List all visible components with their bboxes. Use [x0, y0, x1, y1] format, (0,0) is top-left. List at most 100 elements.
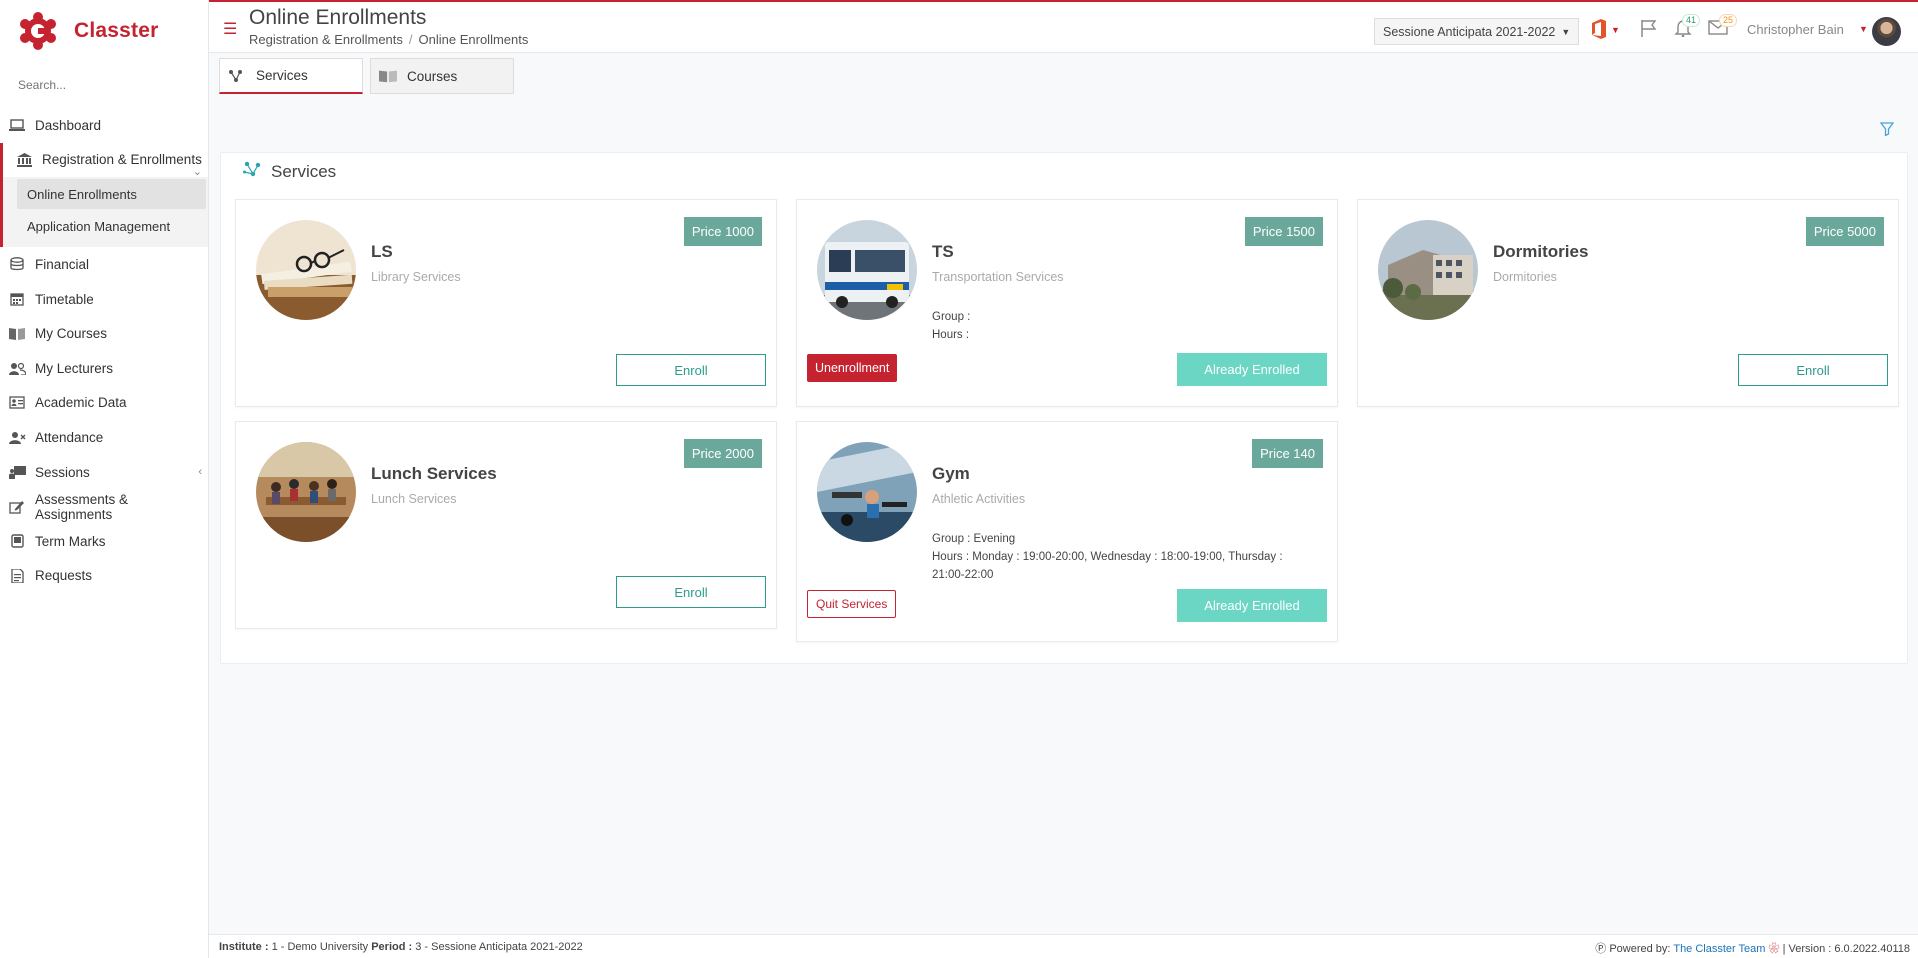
service-name: TS	[932, 242, 954, 261]
service-group: Group : Evening	[932, 533, 1016, 545]
service-card-gym: Gym Athletic Activities Price 140 Group …	[796, 421, 1338, 642]
sidebar-item-label: My Courses	[35, 326, 108, 342]
sidebar-item-label: Financial	[35, 256, 90, 272]
service-card-ls: LS Library Services Price 1000 Enroll	[235, 199, 777, 407]
quit-services-button[interactable]: Quit Services	[807, 590, 897, 618]
menu-toggle-icon[interactable]: ☰	[223, 22, 237, 38]
caret-down-icon[interactable]: ▼	[1859, 24, 1868, 34]
chevron-down-icon: ⌄	[192, 165, 202, 178]
sidebar-item-requests[interactable]: Requests	[0, 559, 208, 594]
id-card-icon	[8, 396, 26, 410]
sidebar-item-assessments[interactable]: Assessments & Assignments	[0, 489, 208, 524]
sidebar-item-timetable[interactable]: Timetable	[0, 282, 208, 317]
services-icon	[228, 69, 246, 83]
user-x-icon	[8, 430, 26, 444]
service-thumbnail-bus	[817, 220, 917, 320]
user-name[interactable]: Christopher Bain	[1747, 22, 1844, 37]
footer-team-link[interactable]: The Classter Team	[1673, 943, 1765, 955]
page-title: Online Enrollments	[249, 6, 427, 29]
bank-icon	[15, 152, 33, 167]
session-select[interactable]: Sessione Anticipata 2021-2022 ▼	[1374, 18, 1580, 45]
caret-down-icon: ▼	[1561, 26, 1571, 37]
app-name: Classter	[74, 19, 159, 42]
caret-down-icon[interactable]: ▼	[1611, 25, 1620, 35]
already-enrolled-button: Already Enrolled	[1177, 353, 1327, 386]
service-hours: Hours :	[932, 329, 970, 341]
sidebar-item-label: Registration & Enrollments	[42, 152, 202, 168]
service-thumbnail-cafeteria	[256, 442, 356, 542]
sidebar-item-label: Attendance	[35, 429, 104, 445]
sidebar-item-my-courses[interactable]: My Courses	[0, 316, 208, 351]
service-card-lunch: Lunch Services Lunch Services Price 2000…	[235, 421, 777, 629]
tab-courses[interactable]: Courses	[370, 58, 514, 94]
classter-small-logo-icon: ❀	[1768, 943, 1780, 955]
sidebar: Classter Dashboard Registration & Enroll…	[0, 0, 209, 958]
price-badge: Price 140	[1252, 439, 1323, 468]
footer-credits: Ⓟ Powered by: The Classter Team ❀ | Vers…	[1595, 940, 1910, 956]
filter-icon[interactable]	[1879, 122, 1895, 139]
service-description: Dormitories	[1493, 270, 1557, 284]
service-card-ts: TS Transportation Services Price 1500 Gr…	[796, 199, 1338, 407]
service-card-dormitories: Dormitories Dormitories Price 5000 Enrol…	[1357, 199, 1899, 407]
sidebar-item-term-marks[interactable]: Term Marks	[0, 524, 208, 559]
copyright-icon: Ⓟ	[1595, 943, 1607, 955]
enroll-button[interactable]: Enroll	[616, 354, 766, 386]
avatar[interactable]	[1872, 17, 1901, 46]
sidebar-item-registration[interactable]: Registration & Enrollments ⌄	[0, 142, 208, 178]
chevron-left-icon: ‹	[198, 466, 202, 479]
topbar: ☰ Online Enrollments Registration & Enro…	[209, 0, 1918, 53]
sidebar-subitem-online-enrollments[interactable]: Online Enrollments	[17, 179, 206, 210]
breadcrumb-item: Online Enrollments	[418, 32, 529, 47]
service-name: Lunch Services	[371, 464, 497, 483]
flag-icon[interactable]	[1640, 19, 1658, 42]
enroll-button[interactable]: Enroll	[1738, 354, 1888, 386]
sidebar-item-attendance[interactable]: Attendance	[0, 420, 208, 455]
calendar-icon	[8, 292, 26, 306]
service-name: Gym	[932, 464, 970, 483]
breadcrumb-separator: /	[408, 32, 413, 47]
enroll-button[interactable]: Enroll	[616, 576, 766, 608]
session-select-value: Sessione Anticipata 2021-2022	[1383, 24, 1556, 39]
already-enrolled-button: Already Enrolled	[1177, 589, 1327, 622]
sidebar-item-my-lecturers[interactable]: My Lecturers	[0, 351, 208, 386]
sidebar-item-label: Term Marks	[35, 533, 106, 549]
tab-label: Services	[256, 68, 308, 83]
tab-services[interactable]: Services	[219, 58, 363, 94]
price-badge: Price 5000	[1805, 217, 1884, 246]
sidebar-search	[0, 62, 208, 108]
book-icon	[379, 69, 397, 83]
coins-icon	[8, 257, 26, 271]
footer-period-label: Period :	[371, 940, 413, 953]
office-icon[interactable]	[1590, 19, 1608, 44]
service-group: Group :	[932, 311, 971, 323]
sidebar-item-sessions[interactable]: Sessions ‹	[0, 455, 208, 490]
search-input[interactable]	[18, 78, 190, 92]
unenrollment-button[interactable]: Unenrollment	[807, 354, 898, 382]
service-thumbnail-building	[1378, 220, 1478, 320]
sidebar-item-dashboard[interactable]: Dashboard	[0, 108, 208, 143]
sidebar-item-label: Academic Data	[35, 395, 127, 411]
book-icon	[8, 327, 26, 341]
services-section: Services LS Library Services Price 1000 …	[220, 152, 1908, 664]
section-title-label: Services	[271, 161, 337, 181]
sidebar-subnav: Online Enrollments Application Managemen…	[0, 177, 208, 248]
sidebar-item-financial[interactable]: Financial	[0, 247, 208, 282]
sidebar-item-academic-data[interactable]: Academic Data	[0, 386, 208, 421]
breadcrumb-item[interactable]: Registration & Enrollments	[249, 32, 403, 47]
service-name: Dormitories	[1493, 242, 1589, 261]
service-hours: Hours : Monday : 19:00-20:00, Wednesday …	[932, 551, 1283, 581]
footer-powered-by: Powered by:	[1609, 943, 1671, 955]
service-description: Athletic Activities	[932, 492, 1026, 506]
footer-period-value: 3 - Sessione Anticipata 2021-2022	[415, 940, 583, 953]
presentation-icon	[8, 465, 26, 479]
messages-count-badge: 25	[1719, 14, 1738, 27]
sidebar-item-label: Assessments & Assignments	[34, 491, 128, 522]
sidebar-item-label: Sessions	[35, 464, 90, 480]
footer-institute-label: Institute :	[219, 940, 269, 953]
logo[interactable]: Classter	[0, 0, 208, 62]
notifications-count-badge: 41	[1682, 14, 1701, 27]
sidebar-nav: Dashboard Registration & Enrollments ⌄ O…	[0, 108, 208, 593]
tab-bar: Services Courses	[219, 58, 514, 94]
tablet-icon	[8, 534, 26, 548]
sidebar-subitem-application-management[interactable]: Application Management	[17, 211, 206, 241]
